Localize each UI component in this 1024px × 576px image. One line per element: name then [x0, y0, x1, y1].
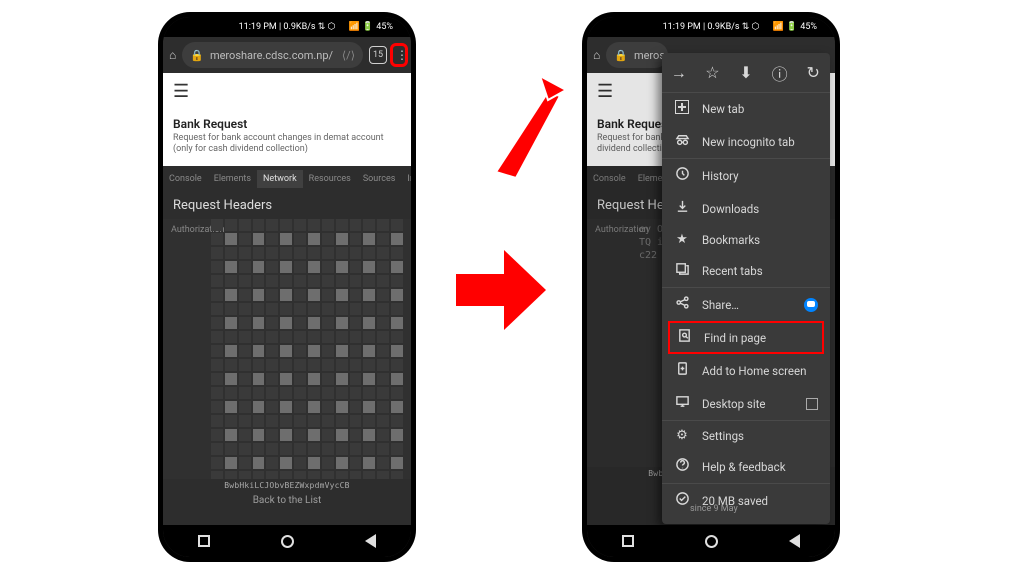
chrome-menu-top-actions: → ☆ ⬇ ⓘ ↻ [662, 53, 830, 93]
transition-arrow [456, 250, 546, 330]
reload-icon[interactable]: ↻ [803, 63, 823, 82]
home-icon[interactable]: ⌂ [169, 48, 176, 62]
status-bar: 11:19 PM | 0.9KB/s ⇅ ⬡ 📶 🔋45% [587, 17, 835, 37]
home-button[interactable] [705, 535, 718, 548]
bookmark-star-icon[interactable]: ☆ [702, 63, 722, 82]
menu-downloads[interactable]: Downloads [662, 192, 830, 225]
back-link[interactable]: Back to the List [163, 492, 411, 510]
raw-footer: BwbHkiLCJObvBEZWxpdmVycCB [163, 479, 411, 492]
section-subtitle: Request for bank account changes in dema… [173, 133, 401, 156]
hamburger-icon[interactable]: ☰ [173, 81, 189, 102]
menu-add-home[interactable]: Add to Home screen [662, 354, 830, 387]
desktop-icon [674, 394, 690, 413]
recent-tabs-icon [674, 261, 690, 280]
request-heading: Request Headers [163, 188, 411, 219]
request-payload: Authorization [163, 219, 411, 479]
back-button[interactable] [365, 534, 376, 548]
menu-new-tab[interactable]: New tab [662, 93, 830, 125]
gear-icon: ⚙ [674, 428, 690, 443]
section-title: Bank Request [173, 117, 401, 131]
info-icon[interactable]: ⓘ [770, 61, 790, 85]
phone-right: 11:19 PM | 0.9KB/s ⇅ ⬡ 📶 🔋45% ⌂ 🔒 meros … [582, 12, 840, 562]
forward-icon[interactable]: → [669, 63, 689, 83]
lock-icon: 🔒 [614, 49, 628, 62]
data-saver-icon [674, 491, 690, 510]
menu-desktop-site[interactable]: Desktop site [662, 387, 830, 421]
browser-toolbar: ⌂ 🔒 meroshare.cdsc.com.np/ ⟨/⟩ 15 ⋮ [163, 37, 411, 73]
url-text: meroshare.cdsc.com.np/ [210, 49, 333, 62]
android-nav [163, 525, 411, 557]
menu-share[interactable]: Share… [662, 288, 830, 321]
devtools-tab[interactable]: Info [401, 170, 411, 188]
tab-switcher[interactable]: 15 [369, 46, 387, 64]
menu-history[interactable]: History [662, 159, 830, 192]
home-button[interactable] [281, 535, 294, 548]
star-icon: ★ [674, 232, 690, 247]
menu-help[interactable]: Help & feedback [662, 450, 830, 484]
help-icon [674, 457, 690, 476]
add-home-icon [674, 361, 690, 380]
lock-icon: 🔒 [190, 49, 204, 62]
download-icon [674, 199, 690, 218]
find-icon [676, 328, 692, 347]
back-button[interactable] [789, 534, 800, 548]
incognito-icon [674, 132, 690, 151]
annotation-arrow [468, 72, 568, 182]
desktop-checkbox[interactable] [806, 398, 818, 410]
history-icon [674, 166, 690, 185]
devtools-tab[interactable]: Network [257, 170, 303, 188]
home-icon[interactable]: ⌂ [593, 48, 600, 62]
devtools-tab[interactable]: Resources [303, 170, 357, 188]
menu-bookmarks[interactable]: ★Bookmarks [662, 225, 830, 254]
url-text: meros [634, 49, 665, 62]
devtools-tabs: Console Elements Network Resources Sourc… [163, 166, 411, 188]
devtools-tab[interactable]: Elements [208, 170, 257, 188]
share-icon [674, 295, 690, 314]
url-bar[interactable]: 🔒 meros [606, 42, 668, 68]
android-nav [587, 525, 835, 557]
more-menu-button[interactable]: ⋮ [390, 43, 408, 67]
phone-left: 11:19 PM | 0.9KB/s ⇅ ⬡ 📶 🔋45% ⌂ 🔒 merosh… [158, 12, 416, 562]
recents-button[interactable] [622, 535, 634, 547]
devtools-icon: ⟨/⟩ [342, 49, 355, 62]
devtools-tab[interactable]: Console [163, 170, 208, 188]
menu-find-in-page[interactable]: Find in page [668, 321, 824, 354]
hamburger-icon[interactable]: ☰ [597, 81, 613, 102]
messenger-badge-icon [804, 298, 818, 312]
chrome-menu: → ☆ ⬇ ⓘ ↻ New tab New incognito tab Hist… [662, 53, 830, 524]
menu-incognito[interactable]: New incognito tab [662, 125, 830, 159]
status-bar: 11:19 PM | 0.9KB/s ⇅ ⬡ 📶 🔋45% [163, 17, 411, 37]
plus-icon [674, 100, 690, 118]
page-header: ☰ [163, 73, 411, 109]
menu-recent-tabs[interactable]: Recent tabs [662, 254, 830, 288]
recents-button[interactable] [198, 535, 210, 547]
url-bar[interactable]: 🔒 meroshare.cdsc.com.np/ ⟨/⟩ [182, 42, 363, 68]
devtools-tab[interactable]: Sources [357, 170, 402, 188]
download-icon[interactable]: ⬇ [736, 63, 756, 82]
menu-settings[interactable]: ⚙Settings [662, 421, 830, 450]
